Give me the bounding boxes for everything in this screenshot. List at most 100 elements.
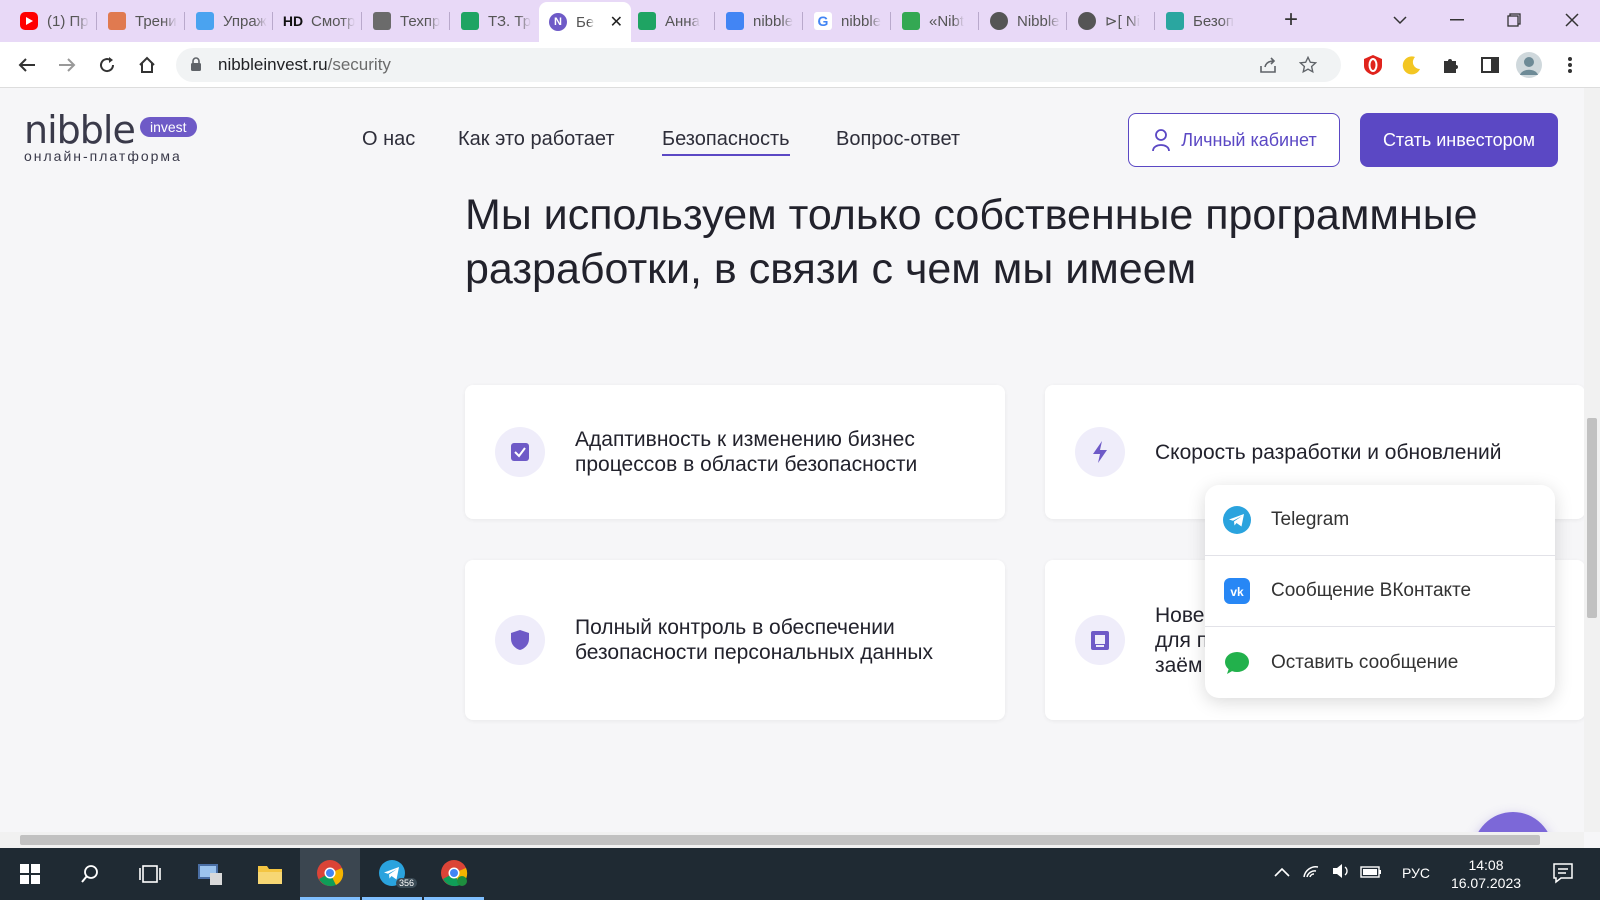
tab-separator [890,12,891,30]
browser-tab[interactable]: ТЗ. Тр [451,6,537,36]
browser-tab[interactable]: Анна [628,6,714,36]
svg-text:vk: vk [1230,585,1244,599]
tab-separator [978,12,979,30]
new-tab-button[interactable]: + [1279,6,1303,33]
browser-tab-title: Трени [135,12,177,30]
browser-tab[interactable]: nibble [716,6,802,36]
contact-mail-button[interactable] [1473,812,1553,832]
address-bar[interactable]: nibbleinvest.ru/security [176,48,1341,82]
browser-tab-title: nibble [753,12,794,30]
browser-tab[interactable]: Упраж [186,6,272,36]
lock-icon[interactable] [190,57,202,77]
browser-tab[interactable]: (1) Пр [10,6,96,36]
vertical-scroll-thumb[interactable] [1587,418,1597,618]
nav-link-how-it-works[interactable]: Как это работает [458,128,615,151]
search-icon[interactable] [60,848,120,900]
tab-search-chevron-icon[interactable] [1388,8,1412,32]
tab-separator [714,12,715,30]
telegram-taskbar-icon[interactable]: 356 [362,848,422,900]
file-explorer-icon[interactable] [240,848,300,900]
browser-tab[interactable]: Техпр [363,6,449,36]
wifi-icon[interactable] [1302,863,1320,882]
browser-tab[interactable]: Трени [98,6,184,36]
windows-start-icon[interactable] [0,848,60,900]
language-indicator[interactable]: РУС [1402,865,1430,881]
side-panel-icon[interactable] [1476,51,1504,79]
browser-tab[interactable]: Безоп [1156,6,1242,36]
logo-tagline: онлайн-платформа [24,148,182,164]
tray-chevron-up-icon[interactable] [1274,864,1290,880]
nav-link-security[interactable]: Безопасность [662,128,790,156]
book-icon [373,12,391,30]
become-investor-button[interactable]: Стать инвестором [1360,113,1558,167]
tab-separator [184,12,185,30]
tab-separator [1154,12,1155,30]
contact-option-message[interactable]: Оставить сообщение [1205,627,1555,698]
browser-tab[interactable]: ⊳[ Ni [1068,6,1154,36]
browser-tab-title: Анна [665,12,700,30]
chrome-profile-taskbar-icon[interactable] [424,848,484,900]
tab-separator [802,12,803,30]
tab-separator [272,12,273,30]
browser-tab[interactable]: «Nibt [892,6,978,36]
browser-tab-title: Смотр [311,12,356,30]
browser-tab[interactable]: Gnibble [804,6,890,36]
sheets-icon [461,12,479,30]
nibble-icon: N [549,13,567,31]
browser-tab[interactable]: Nibble [980,6,1066,36]
chrome-taskbar-icon[interactable] [300,848,360,900]
contact-option-telegram[interactable]: Telegram [1205,485,1555,556]
hd-icon: HD [282,13,304,29]
share-icon[interactable] [1259,56,1279,79]
feature-card-text: Нове для п заём [1155,603,1209,677]
opera-adblock-icon[interactable] [1359,51,1387,79]
forward-arrow-icon[interactable] [53,51,81,79]
clock[interactable]: 14:08 16.07.2023 [1446,856,1526,892]
nav-link-faq[interactable]: Вопрос-ответ [836,128,960,151]
home-icon[interactable] [133,51,161,79]
network-app-icon[interactable] [180,848,240,900]
personal-account-button[interactable]: Личный кабинет [1128,113,1340,167]
moon-extension-icon[interactable] [1398,51,1426,79]
task-view-icon[interactable] [120,848,180,900]
browser-tab-title: nibble [841,12,882,30]
browser-tab-title: Безоп [1193,12,1235,30]
profile-avatar[interactable] [1515,51,1543,79]
feature-card-text: Полный контроль в обеспечении безопаснос… [575,616,933,664]
nav-link-about[interactable]: О нас [362,128,415,151]
browser-tab[interactable]: N Бе ✕ [539,2,631,42]
shield-icon [495,615,545,665]
browser-tab-title: ⊳[ Ni [1105,13,1141,30]
notifications-icon[interactable] [1552,862,1574,887]
fr-icon [196,12,214,30]
extensions-puzzle-icon[interactable] [1437,51,1465,79]
close-window-button[interactable] [1560,8,1584,32]
google-icon: G [814,12,832,30]
back-arrow-icon[interactable] [13,51,41,79]
clock-time: 14:08 [1468,857,1504,873]
nibble-logo[interactable]: nibble invest онлайн-платформа [24,108,197,164]
checkbox-icon [495,427,545,477]
close-tab-icon[interactable]: ✕ [610,12,623,32]
horizontal-scroll-thumb[interactable] [20,835,1540,845]
bookmark-star-icon[interactable] [1298,55,1318,79]
volume-icon[interactable] [1332,863,1350,882]
minimize-button[interactable] [1445,8,1469,32]
grid-icon [902,12,920,30]
browser-tab[interactable]: HD Смотр [274,6,360,36]
vertical-scrollbar[interactable] [1584,88,1600,832]
browser-tab-title: Бе [576,13,595,31]
tab-separator [361,12,362,30]
section-headline: Мы используем только собственные програм… [465,191,1478,293]
contact-option-vk[interactable]: vk Сообщение ВКонтакте [1205,556,1555,627]
restore-button[interactable] [1502,8,1526,32]
windows-taskbar: 356 РУС 14:08 16.07.2023 [0,848,1600,900]
globe-icon [1078,12,1096,30]
battery-icon[interactable] [1360,865,1382,881]
tab-separator [96,12,97,30]
browser-menu-icon[interactable] [1556,51,1584,79]
horizontal-scrollbar[interactable] [0,832,1584,848]
reload-icon[interactable] [93,51,121,79]
feature-card-adaptivity: Адаптивность к изменению бизнес процессо… [465,385,1005,519]
tab-separator [1066,12,1067,30]
